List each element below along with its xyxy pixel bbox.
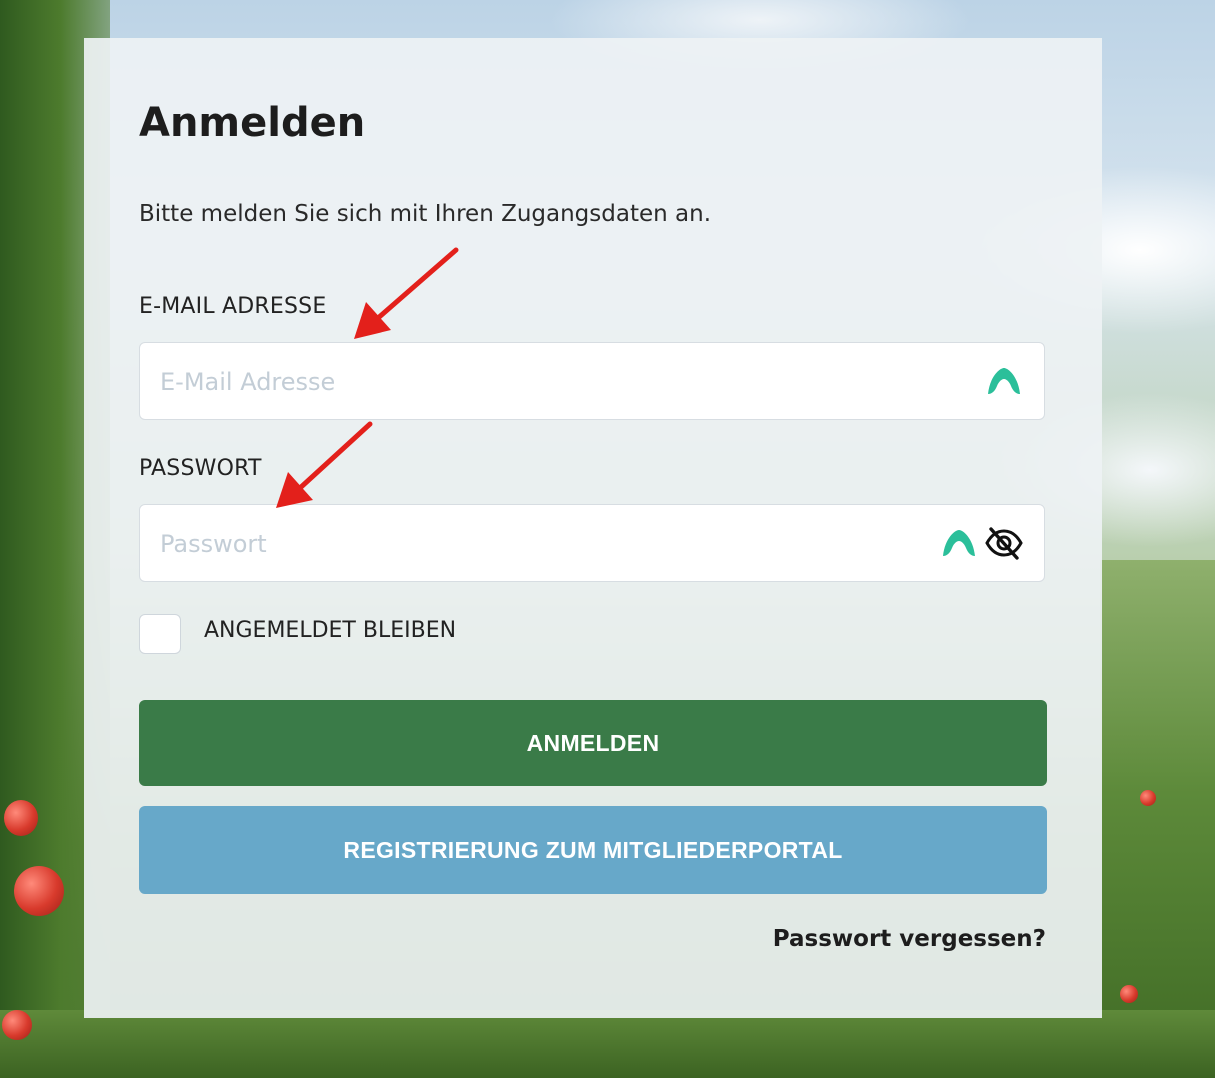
apple-decoration — [4, 800, 38, 836]
password-field[interactable] — [158, 505, 922, 583]
apple-decoration — [1120, 985, 1138, 1003]
email-field[interactable] — [158, 343, 942, 421]
page-title: Anmelden — [139, 100, 366, 146]
remember-me-checkbox[interactable] — [139, 614, 181, 654]
login-instructions: Bitte melden Sie sich mit Ihren Zugangsd… — [139, 201, 712, 227]
background-ground — [0, 1010, 1215, 1078]
password-manager-icon[interactable] — [986, 364, 1022, 400]
forgot-password-link[interactable]: Passwort vergessen? — [773, 926, 1046, 952]
register-button[interactable]: REGISTRIERUNG ZUM MITGLIEDERPORTAL — [139, 806, 1047, 894]
apple-decoration — [1140, 790, 1156, 806]
login-button[interactable]: ANMELDEN — [139, 700, 1047, 786]
background-apple-trees-right — [1100, 560, 1215, 1078]
password-manager-icon[interactable] — [941, 526, 977, 562]
email-label: E-MAIL ADRESSE — [139, 294, 327, 319]
eye-slash-icon[interactable] — [984, 525, 1024, 561]
login-card: Anmelden Bitte melden Sie sich mit Ihren… — [84, 38, 1102, 1018]
apple-decoration — [2, 1010, 32, 1040]
password-label: PASSWORT — [139, 456, 262, 481]
password-field-container — [139, 504, 1045, 583]
remember-me-label[interactable]: ANGEMELDET BLEIBEN — [204, 618, 456, 643]
email-field-container — [139, 342, 1045, 421]
apple-decoration — [14, 866, 64, 916]
